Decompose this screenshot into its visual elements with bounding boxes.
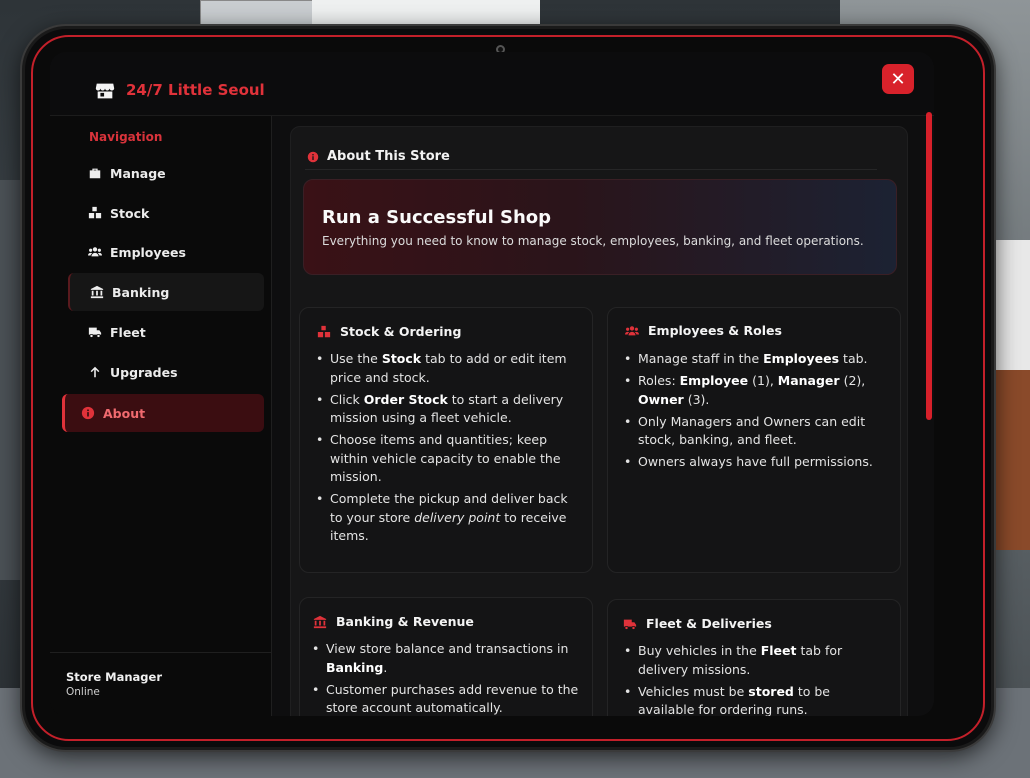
sidebar-item-manage[interactable]: Manage xyxy=(68,154,264,192)
boxes-icon xyxy=(317,325,331,337)
list-item: View store balance and transactions in B… xyxy=(312,640,580,677)
close-icon: ✕ xyxy=(890,68,906,90)
card-list: Manage staff in the Employees tab. Roles… xyxy=(624,350,888,475)
card-banking-revenue: Banking & Revenue View store balance and… xyxy=(299,597,593,716)
sidebar-item-label: Banking xyxy=(112,284,170,300)
list-item: Choose items and quantities; keep within… xyxy=(316,431,580,487)
sidebar-item-banking[interactable]: Banking xyxy=(68,273,264,311)
card-employees-roles: Employees & Roles Manage staff in the Em… xyxy=(607,307,901,573)
sidebar-item-employees[interactable]: Employees xyxy=(68,233,264,271)
sidebar-item-label: Employees xyxy=(110,244,186,260)
info-icon xyxy=(307,151,319,162)
sidebar-item-label: Upgrades xyxy=(110,364,178,380)
divider xyxy=(305,169,877,170)
about-heading-text: About This Store xyxy=(327,149,450,164)
sidebar-item-about[interactable]: About xyxy=(62,394,264,432)
background-wall-chart-2 xyxy=(312,0,540,28)
boxes-icon xyxy=(88,206,102,219)
card-fleet-deliveries: Fleet & Deliveries Buy vehicles in the F… xyxy=(607,599,901,716)
card-title: Employees & Roles xyxy=(624,323,782,338)
sidebar-item-label: Fleet xyxy=(110,324,146,340)
scrollbar[interactable] xyxy=(924,106,934,716)
card-list: Buy vehicles in the Fleet tab for delive… xyxy=(624,642,888,716)
truck-icon xyxy=(623,619,637,630)
list-item: Roles: Employee (1), Manager (2), Owner … xyxy=(624,372,888,409)
close-button[interactable]: ✕ xyxy=(882,64,914,94)
content-area[interactable]: About This Store Run a Successful Shop E… xyxy=(272,112,934,716)
list-item: Buy vehicles in the Fleet tab for delive… xyxy=(624,642,888,679)
list-item: Customer purchases add revenue to the st… xyxy=(312,681,580,717)
arrow-up-icon xyxy=(90,366,100,378)
sidebar-item-label: About xyxy=(103,405,146,421)
card-title-text: Fleet & Deliveries xyxy=(646,616,772,631)
sidebar-item-fleet[interactable]: Fleet xyxy=(68,313,264,351)
card-title-text: Employees & Roles xyxy=(648,323,782,338)
card-title: Fleet & Deliveries xyxy=(622,616,772,631)
truck-icon xyxy=(88,327,102,338)
list-item: Complete the pickup and deliver back to … xyxy=(316,490,580,546)
tablet-screen: 24/7 Little Seoul ✕ Navigation Manage St… xyxy=(50,52,934,716)
card-title-text: Banking & Revenue xyxy=(336,614,474,629)
card-list: View store balance and transactions in B… xyxy=(312,640,580,716)
store-title: 24/7 Little Seoul xyxy=(126,81,265,99)
list-item: Owners always have full permissions. xyxy=(624,453,888,472)
top-bar: 24/7 Little Seoul ✕ xyxy=(50,52,934,116)
list-item: Only Managers and Owners can edit stock,… xyxy=(624,413,888,450)
hero-banner: Run a Successful Shop Everything you nee… xyxy=(303,179,897,275)
sidebar-item-upgrades[interactable]: Upgrades xyxy=(68,353,264,391)
sidebar-item-label: Stock xyxy=(110,205,150,221)
list-item: Vehicles must be stored to be available … xyxy=(624,683,888,717)
list-item: Use the Stock tab to add or edit item pr… xyxy=(316,350,580,387)
sidebar-footer: Store Manager Online xyxy=(50,652,271,716)
user-status: Online xyxy=(66,686,100,698)
info-icon xyxy=(81,406,95,420)
card-title-text: Stock & Ordering xyxy=(340,324,462,339)
card-stock-ordering: Stock & Ordering Use the Stock tab to ad… xyxy=(299,307,593,573)
user-role: Store Manager xyxy=(66,670,163,684)
hero-subtitle: Everything you need to know to manage st… xyxy=(322,234,864,248)
nav-heading: Navigation xyxy=(89,130,163,144)
card-title: Banking & Revenue xyxy=(312,614,474,629)
sidebar-item-stock[interactable]: Stock xyxy=(68,194,264,232)
about-heading: About This Store xyxy=(307,149,450,164)
users-icon xyxy=(625,325,639,335)
users-icon xyxy=(88,247,102,257)
bank-icon xyxy=(313,615,327,628)
list-item: Click Order Stock to start a delivery mi… xyxy=(316,391,580,428)
sidebar-item-label: Manage xyxy=(110,165,166,181)
sidebar: Navigation Manage Stock Employees Bankin… xyxy=(50,116,272,716)
list-item: Manage staff in the Employees tab. xyxy=(624,350,888,369)
bank-icon xyxy=(90,285,104,299)
card-list: Use the Stock tab to add or edit item pr… xyxy=(316,350,580,549)
store-icon xyxy=(95,83,115,99)
scrollbar-thumb[interactable] xyxy=(926,112,932,420)
about-panel: About This Store Run a Successful Shop E… xyxy=(290,126,908,716)
hero-title: Run a Successful Shop xyxy=(322,207,552,228)
briefcase-icon xyxy=(89,168,101,179)
card-title: Stock & Ordering xyxy=(316,324,461,339)
